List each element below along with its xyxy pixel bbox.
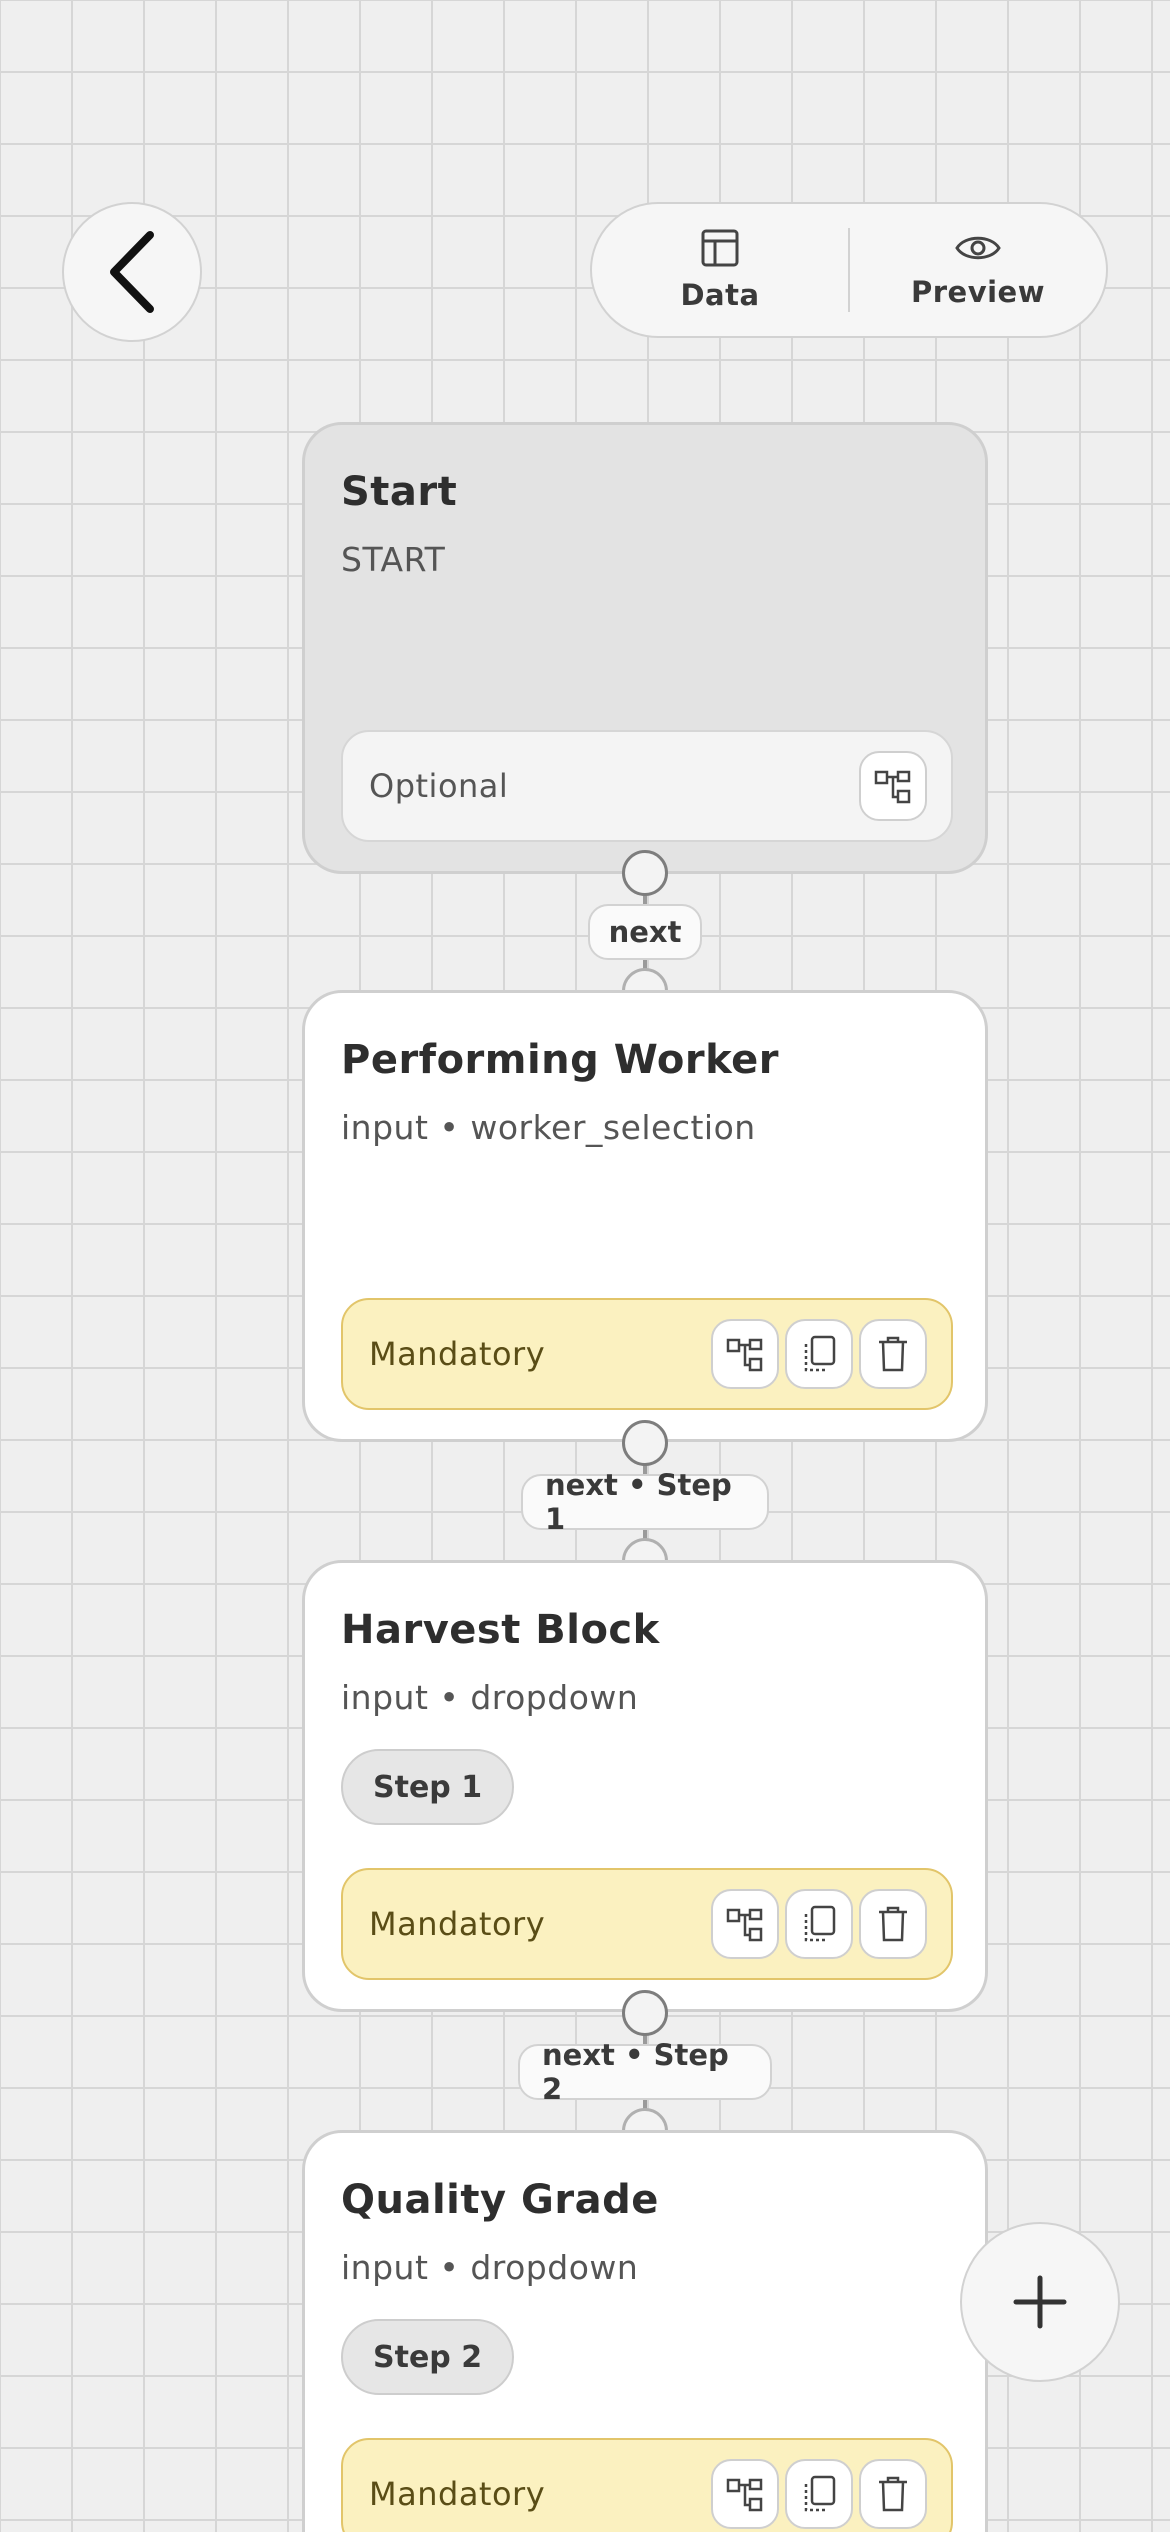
requirement-bar: Mandatory <box>341 1868 953 1980</box>
chevron-left-icon <box>110 231 154 313</box>
requirement-bar: Mandatory <box>341 2438 953 2532</box>
node-subtitle: input • dropdown <box>341 2248 639 2287</box>
node-title: Quality Grade <box>341 2177 659 2223</box>
delete-button[interactable] <box>859 2459 927 2529</box>
branch-icon <box>874 770 911 804</box>
view-switcher: Data Preview <box>590 202 1108 338</box>
node-subtitle: input • worker_selection <box>341 1108 756 1147</box>
requirement-label: Optional <box>369 767 509 805</box>
node-subtitle: input • dropdown <box>341 1678 639 1717</box>
data-tab-label: Data <box>680 278 760 312</box>
requirement-label: Mandatory <box>369 1335 546 1373</box>
output-port[interactable] <box>622 850 668 896</box>
delete-button[interactable] <box>859 1319 927 1389</box>
duplicate-button[interactable] <box>785 2459 853 2529</box>
node-card-start[interactable]: Start START Optional <box>302 422 988 874</box>
data-tab[interactable]: Data <box>592 204 848 336</box>
branch-button[interactable] <box>711 1889 779 1959</box>
branch-icon <box>726 1338 763 1372</box>
requirement-label: Mandatory <box>369 2475 546 2513</box>
node-card-harvest-block[interactable]: Harvest Block input • dropdown Step 1 Ma… <box>302 1560 988 2012</box>
requirement-label: Mandatory <box>369 1905 546 1943</box>
step-chip: Step 2 <box>341 2319 515 2395</box>
trash-icon <box>879 1336 907 1372</box>
requirement-bar: Mandatory <box>341 1298 953 1410</box>
add-node-button[interactable] <box>960 2222 1120 2382</box>
copy-icon <box>804 1905 836 1942</box>
node-title: Harvest Block <box>341 1607 660 1653</box>
preview-tab[interactable]: Preview <box>850 204 1106 336</box>
edge-label[interactable]: next <box>588 904 702 960</box>
requirement-bar: Optional <box>341 730 953 842</box>
duplicate-button[interactable] <box>785 1319 853 1389</box>
trash-icon <box>879 2476 907 2512</box>
back-button[interactable] <box>62 202 202 342</box>
node-title: Performing Worker <box>341 1037 779 1083</box>
copy-icon <box>804 1335 836 1372</box>
node-card-performing-worker[interactable]: Performing Worker input • worker_selecti… <box>302 990 988 1442</box>
eye-icon <box>955 236 1001 260</box>
copy-icon <box>804 2475 836 2512</box>
edge-label[interactable]: next • Step 1 <box>521 1468 769 1536</box>
table-icon <box>701 229 739 267</box>
delete-button[interactable] <box>859 1889 927 1959</box>
step-chip: Step 1 <box>341 1749 515 1825</box>
node-title: Start <box>341 469 458 515</box>
branch-icon <box>726 2478 763 2512</box>
preview-tab-label: Preview <box>910 275 1046 309</box>
branch-button[interactable] <box>859 751 927 821</box>
duplicate-button[interactable] <box>785 1889 853 1959</box>
output-port[interactable] <box>622 1990 668 2036</box>
trash-icon <box>879 1906 907 1942</box>
branch-button[interactable] <box>711 2459 779 2529</box>
branch-icon <box>726 1908 763 1942</box>
node-card-quality-grade[interactable]: Quality Grade input • dropdown Step 2 Ma… <box>302 2130 988 2532</box>
plus-icon <box>1013 2275 1067 2329</box>
output-port[interactable] <box>622 1420 668 1466</box>
edge-label[interactable]: next • Step 2 <box>518 2038 772 2106</box>
node-subtitle: START <box>341 540 446 579</box>
branch-button[interactable] <box>711 1319 779 1389</box>
